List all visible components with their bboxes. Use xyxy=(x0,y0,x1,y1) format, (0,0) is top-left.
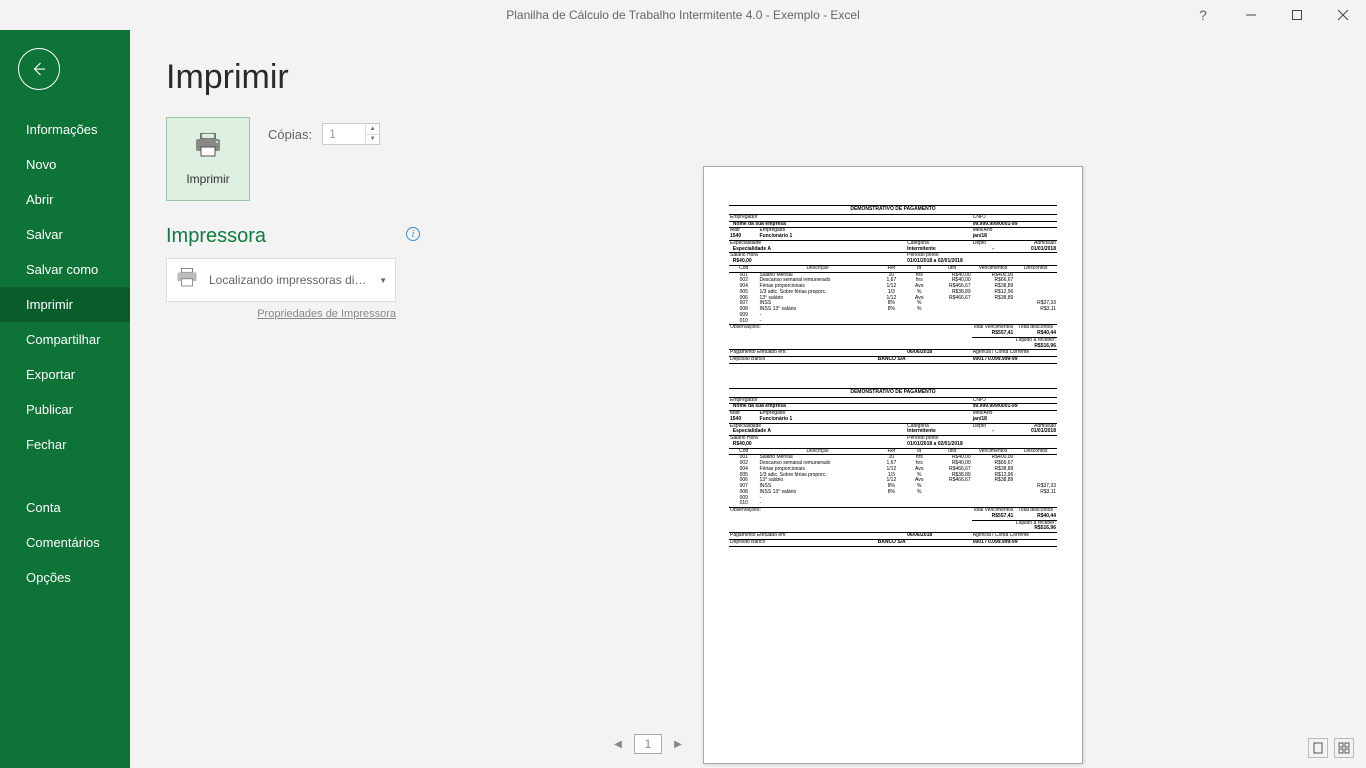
page-title: Imprimir xyxy=(166,58,420,97)
printer-dropdown[interactable]: Localizando impressoras dis... ▼ xyxy=(166,258,396,302)
sidebar-item-salvar-como[interactable]: Salvar como xyxy=(0,252,130,287)
sidebar-item-opções[interactable]: Opções xyxy=(0,560,130,595)
help-button[interactable]: ? xyxy=(1180,0,1226,30)
printer-heading: Impressora xyxy=(166,225,420,248)
sidebar-item-publicar[interactable]: Publicar xyxy=(0,392,130,427)
sidebar-item-imprimir[interactable]: Imprimir xyxy=(0,287,130,322)
window-controls xyxy=(1228,0,1366,30)
sidebar-item-exportar[interactable]: Exportar xyxy=(0,357,130,392)
titlebar: Planilha de Cálculo de Trabalho Intermit… xyxy=(0,0,1366,30)
zoom-controls xyxy=(1308,738,1354,758)
window-title: Planilha de Cálculo de Trabalho Intermit… xyxy=(506,8,860,22)
back-button[interactable] xyxy=(18,48,60,90)
sidebar-item-novo[interactable]: Novo xyxy=(0,147,130,182)
print-button-label: Imprimir xyxy=(186,172,229,186)
copies-up[interactable]: ▲ xyxy=(365,124,379,135)
backstage-sidebar: InformaçõesNovoAbrirSalvarSalvar comoImp… xyxy=(0,30,130,768)
copies-label: Cópias: xyxy=(268,127,312,142)
info-icon[interactable]: i xyxy=(406,227,420,241)
printer-icon xyxy=(175,268,199,293)
sidebar-item-abrir[interactable]: Abrir xyxy=(0,182,130,217)
chevron-down-icon: ▼ xyxy=(379,276,387,285)
print-button[interactable]: Imprimir xyxy=(166,117,250,201)
prev-page-button[interactable]: ◀ xyxy=(610,736,626,752)
payslip: DEMONSTRATIVO DE PAGAMENTO EmpregadorCNP… xyxy=(729,388,1057,547)
sidebar-item-conta[interactable]: Conta xyxy=(0,490,130,525)
maximize-button[interactable] xyxy=(1274,0,1320,30)
sidebar-item-compartilhar[interactable]: Compartilhar xyxy=(0,322,130,357)
printer-icon xyxy=(193,133,223,162)
page-navigator: ◀ ▶ xyxy=(610,734,686,754)
print-settings-pane: Imprimir Imprimir Cópias: ▲ ▼ xyxy=(130,30,438,768)
minimize-button[interactable] xyxy=(1228,0,1274,30)
print-preview-page: DEMONSTRATIVO DE PAGAMENTO EmpregadorCNP… xyxy=(703,166,1083,764)
payslip: DEMONSTRATIVO DE PAGAMENTO EmpregadorCNP… xyxy=(729,205,1057,364)
sidebar-item-comentários[interactable]: Comentários xyxy=(0,525,130,560)
sidebar-item-salvar[interactable]: Salvar xyxy=(0,217,130,252)
printer-properties-link[interactable]: Propriedades de Impressora xyxy=(166,308,396,320)
sidebar-item-fechar[interactable]: Fechar xyxy=(0,427,130,462)
copies-down[interactable]: ▼ xyxy=(365,135,379,145)
printer-status: Localizando impressoras dis... xyxy=(209,273,369,287)
copies-spinner: ▲ ▼ xyxy=(365,124,379,144)
zoom-button[interactable] xyxy=(1334,738,1354,758)
close-button[interactable] xyxy=(1320,0,1366,30)
sidebar-item-informações[interactable]: Informações xyxy=(0,112,130,147)
next-page-button[interactable]: ▶ xyxy=(670,736,686,752)
page-number-input[interactable] xyxy=(634,734,662,754)
zoom-to-page-button[interactable] xyxy=(1308,738,1328,758)
